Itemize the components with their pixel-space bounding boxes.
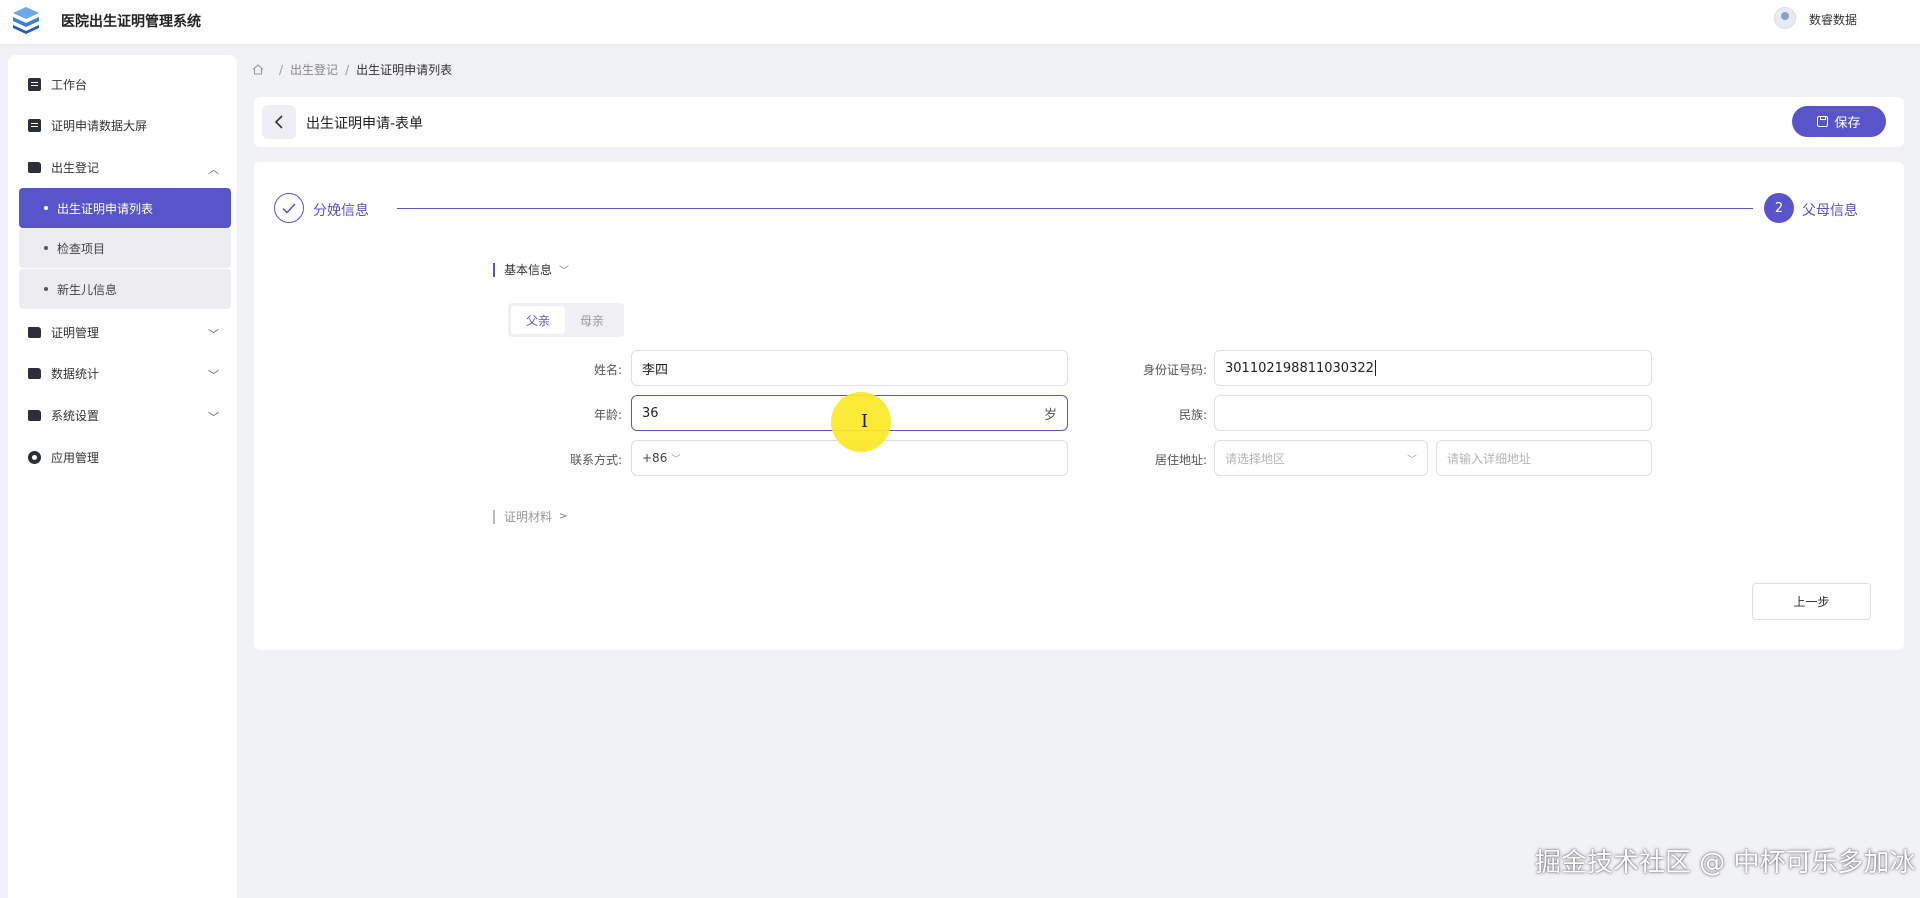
app-title: 医院出生证明管理系统 — [61, 14, 201, 30]
page-title: 出生证明申请-表单 — [306, 116, 424, 132]
chevron-up-icon: ︿ — [208, 163, 219, 176]
sidebar-item-system-settings[interactable]: 系统设置 ﹀ — [8, 398, 237, 432]
breadcrumb-item[interactable]: 出生登记 — [290, 61, 338, 78]
folder-icon — [28, 161, 41, 173]
step-connector — [397, 208, 1753, 209]
user-name[interactable]: 数睿数据 — [1809, 11, 1857, 28]
chevron-down-icon: ﹀ — [671, 454, 681, 465]
folder-icon — [28, 326, 41, 338]
section-title: 基本信息 — [504, 263, 553, 277]
chevron-down-icon: ﹀ — [208, 411, 219, 424]
sidebar-item-label: 工作台 — [51, 77, 88, 92]
step-2-label[interactable]: 父母信息 — [1802, 200, 1858, 220]
document-icon — [28, 118, 41, 132]
address-detail-placeholder: 请输入详细地址 — [1447, 451, 1532, 466]
gear-icon — [28, 450, 41, 464]
bullet-icon — [44, 287, 48, 291]
save-button[interactable]: 保存 — [1792, 106, 1886, 137]
age-label: 年龄: — [593, 408, 622, 422]
ethnicity-field[interactable] — [1214, 395, 1652, 431]
sidebar-item-app-management[interactable]: 应用管理 — [8, 440, 237, 474]
chevron-right-icon: > — [559, 511, 568, 522]
app-logo-icon — [13, 7, 39, 34]
breadcrumb-current: 出生证明申请列表 — [356, 63, 453, 77]
text-cursor-icon: I — [861, 411, 869, 432]
step-1-indicator[interactable] — [274, 193, 304, 223]
page-title-bar: 出生证明申请-表单 保存 — [254, 97, 1904, 147]
save-icon — [1817, 116, 1829, 127]
id-number-value: 301102198811030322 — [1225, 360, 1374, 376]
ethnicity-label: 民族: — [1178, 408, 1207, 422]
text-caret — [1374, 360, 1376, 376]
folder-icon — [28, 409, 41, 421]
sidebar-subitem-label: 新生儿信息 — [57, 282, 118, 297]
sidebar-item-label: 数据统计 — [51, 366, 100, 381]
tab-mother[interactable]: 母亲 — [565, 306, 619, 334]
folder-icon — [28, 367, 41, 379]
watermark: 掘金技术社区 @ 中杯可乐多加冰 — [1535, 848, 1916, 878]
parent-tabs: 父亲 母亲 — [508, 303, 624, 337]
tab-father[interactable]: 父亲 — [511, 306, 565, 334]
section-marker — [493, 509, 495, 524]
section-proof-materials[interactable]: 证明材料 > — [493, 508, 567, 525]
contact-label: 联系方式: — [569, 453, 622, 467]
document-icon — [28, 77, 41, 91]
chevron-down-icon: ﹀ — [559, 266, 570, 277]
country-code-value: +86 — [642, 451, 668, 465]
name-label: 姓名: — [593, 363, 622, 377]
sidebar-item-label: 出生登记 — [51, 160, 100, 175]
sidebar-item-birth-registration[interactable]: 出生登记 ︿ — [8, 150, 237, 184]
country-code-select[interactable]: +86 ﹀ — [642, 451, 680, 465]
id-number-field[interactable]: 301102198811030322 — [1214, 350, 1652, 386]
section-basic-info[interactable]: 基本信息 ﹀ — [493, 261, 569, 278]
sidebar-subitem-newborn-info[interactable]: 新生儿信息 — [19, 269, 231, 309]
form-card: 分娩信息 2 父母信息 基本信息 ﹀ 父亲 母亲 姓名: 李四 身份证号码: 3… — [254, 162, 1904, 650]
chevron-down-icon: ﹀ — [208, 369, 219, 382]
sidebar-subitem-label: 出生证明申请列表 — [57, 201, 154, 216]
address-detail-input[interactable]: 请输入详细地址 — [1436, 440, 1652, 476]
breadcrumb-separator: / — [345, 62, 350, 77]
top-header: 医院出生证明管理系统 数睿数据 — [0, 0, 1920, 44]
section-title: 证明材料 — [504, 510, 553, 524]
sidebar-subitem-inspection-items[interactable]: 检查项目 — [19, 228, 231, 268]
step-2-indicator[interactable]: 2 — [1764, 193, 1794, 223]
sidebar-item-dashboard[interactable]: 证明申请数据大屏 — [8, 108, 237, 142]
section-marker — [493, 262, 495, 277]
sidebar-item-certificate-management[interactable]: 证明管理 ﹀ — [8, 315, 237, 349]
step-1-label[interactable]: 分娩信息 — [313, 200, 369, 220]
name-value: 李四 — [642, 362, 669, 378]
id-number-label: 身份证号码: — [1142, 363, 1207, 377]
sidebar-item-data-statistics[interactable]: 数据统计 ﹀ — [8, 356, 237, 390]
home-icon[interactable] — [252, 64, 264, 75]
chevron-down-icon: ﹀ — [208, 328, 219, 341]
sidebar-item-label: 系统设置 — [51, 408, 100, 423]
previous-step-button[interactable]: 上一步 — [1752, 583, 1871, 620]
age-value: 36 — [642, 405, 659, 421]
breadcrumb-separator: / — [279, 62, 284, 77]
sidebar-item-label: 应用管理 — [51, 450, 100, 465]
sidebar-item-label: 证明申请数据大屏 — [51, 118, 148, 133]
region-placeholder: 请选择地区 — [1225, 451, 1286, 466]
region-select[interactable]: 请选择地区 ﹀ — [1214, 440, 1428, 476]
back-button[interactable] — [262, 105, 296, 139]
age-unit: 岁 — [1043, 407, 1057, 423]
chevron-left-icon — [274, 115, 283, 129]
bullet-icon — [44, 246, 48, 250]
sidebar-item-label: 证明管理 — [51, 325, 100, 340]
name-field[interactable]: 李四 — [631, 350, 1068, 386]
sidebar-subitem-birth-certificate-list[interactable]: 出生证明申请列表 — [19, 188, 231, 228]
address-label: 居住地址: — [1154, 453, 1207, 467]
breadcrumb: / 出生登记 / 出生证明申请列表 — [252, 61, 452, 78]
user-avatar[interactable] — [1774, 7, 1796, 29]
sidebar-item-workbench[interactable]: 工作台 — [8, 67, 237, 101]
check-icon — [282, 202, 296, 214]
save-button-label: 保存 — [1834, 116, 1861, 131]
sidebar-subitem-label: 检查项目 — [57, 241, 106, 256]
sidebar: 工作台 证明申请数据大屏 出生登记 ︿ 出生证明申请列表 检查项目 新生儿信息 … — [8, 55, 237, 898]
bullet-icon — [44, 206, 48, 210]
chevron-down-icon: ﹀ — [1407, 454, 1417, 466]
